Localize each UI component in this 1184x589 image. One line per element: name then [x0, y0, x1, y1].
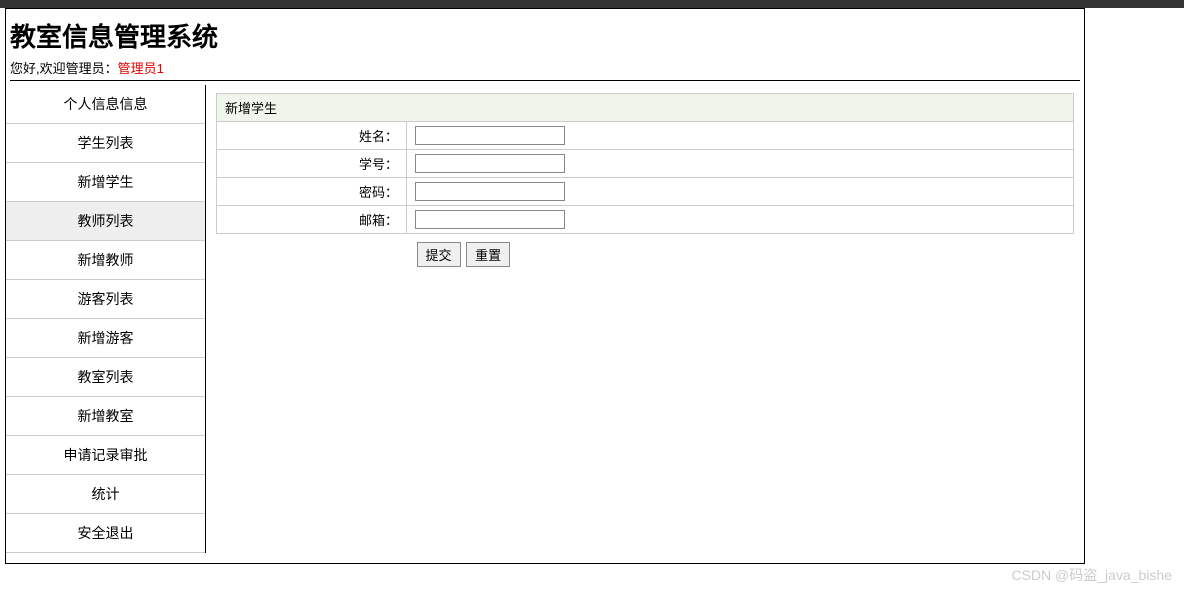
- sidebar-item-add-teacher[interactable]: 新增教师: [6, 241, 205, 280]
- sidebar-item-logout[interactable]: 安全退出: [6, 514, 205, 553]
- student-id-label: 学号：: [217, 150, 407, 178]
- name-label: 姓名：: [217, 122, 407, 150]
- name-input[interactable]: [415, 126, 565, 145]
- password-input[interactable]: [415, 182, 565, 201]
- welcome-prefix: 您好,欢迎管理员：: [10, 61, 118, 76]
- reset-button[interactable]: 重置: [466, 242, 510, 267]
- form-row-email: 邮箱：: [217, 206, 1074, 234]
- watermark: CSDN @码盗_java_bishe: [1012, 565, 1173, 585]
- sidebar-item-classroom-list[interactable]: 教室列表: [6, 358, 205, 397]
- header: 教室信息管理系统 您好,欢迎管理员：管理员1: [6, 9, 1084, 85]
- sidebar-item-personal-info[interactable]: 个人信息信息: [6, 85, 205, 124]
- form-row-password: 密码：: [217, 178, 1074, 206]
- student-id-input[interactable]: [415, 154, 565, 173]
- sidebar-item-add-student[interactable]: 新增学生: [6, 163, 205, 202]
- main-panel: 新增学生 姓名： 学号： 密码：: [206, 85, 1084, 279]
- sidebar-item-add-visitor[interactable]: 新增游客: [6, 319, 205, 358]
- sidebar-item-statistics[interactable]: 统计: [6, 475, 205, 514]
- sidebar-item-teacher-list[interactable]: 教师列表: [6, 202, 205, 241]
- form-row-student-id: 学号：: [217, 150, 1074, 178]
- sidebar-item-add-classroom[interactable]: 新增教室: [6, 397, 205, 436]
- form-title: 新增学生: [217, 94, 1074, 122]
- welcome-text: 您好,欢迎管理员：管理员1: [10, 58, 1080, 81]
- admin-name: 管理员1: [118, 61, 164, 76]
- form-table: 新增学生 姓名： 学号： 密码：: [216, 93, 1074, 271]
- form-row-name: 姓名：: [217, 122, 1074, 150]
- form-button-row: 提交 重置: [217, 234, 1074, 272]
- email-input[interactable]: [415, 210, 565, 229]
- sidebar-item-student-list[interactable]: 学生列表: [6, 124, 205, 163]
- page-title: 教室信息管理系统: [10, 17, 1080, 54]
- submit-button[interactable]: 提交: [417, 242, 461, 267]
- email-label: 邮箱：: [217, 206, 407, 234]
- sidebar-item-application-review[interactable]: 申请记录审批: [6, 436, 205, 475]
- sidebar-item-visitor-list[interactable]: 游客列表: [6, 280, 205, 319]
- password-label: 密码：: [217, 178, 407, 206]
- content: 个人信息信息 学生列表 新增学生 教师列表 新增教师 游客列表 新增游客 教室列…: [6, 85, 1084, 553]
- app-container: 教室信息管理系统 您好,欢迎管理员：管理员1 个人信息信息 学生列表 新增学生 …: [5, 8, 1085, 564]
- sidebar: 个人信息信息 学生列表 新增学生 教师列表 新增教师 游客列表 新增游客 教室列…: [6, 85, 206, 553]
- top-bar: [0, 0, 1184, 8]
